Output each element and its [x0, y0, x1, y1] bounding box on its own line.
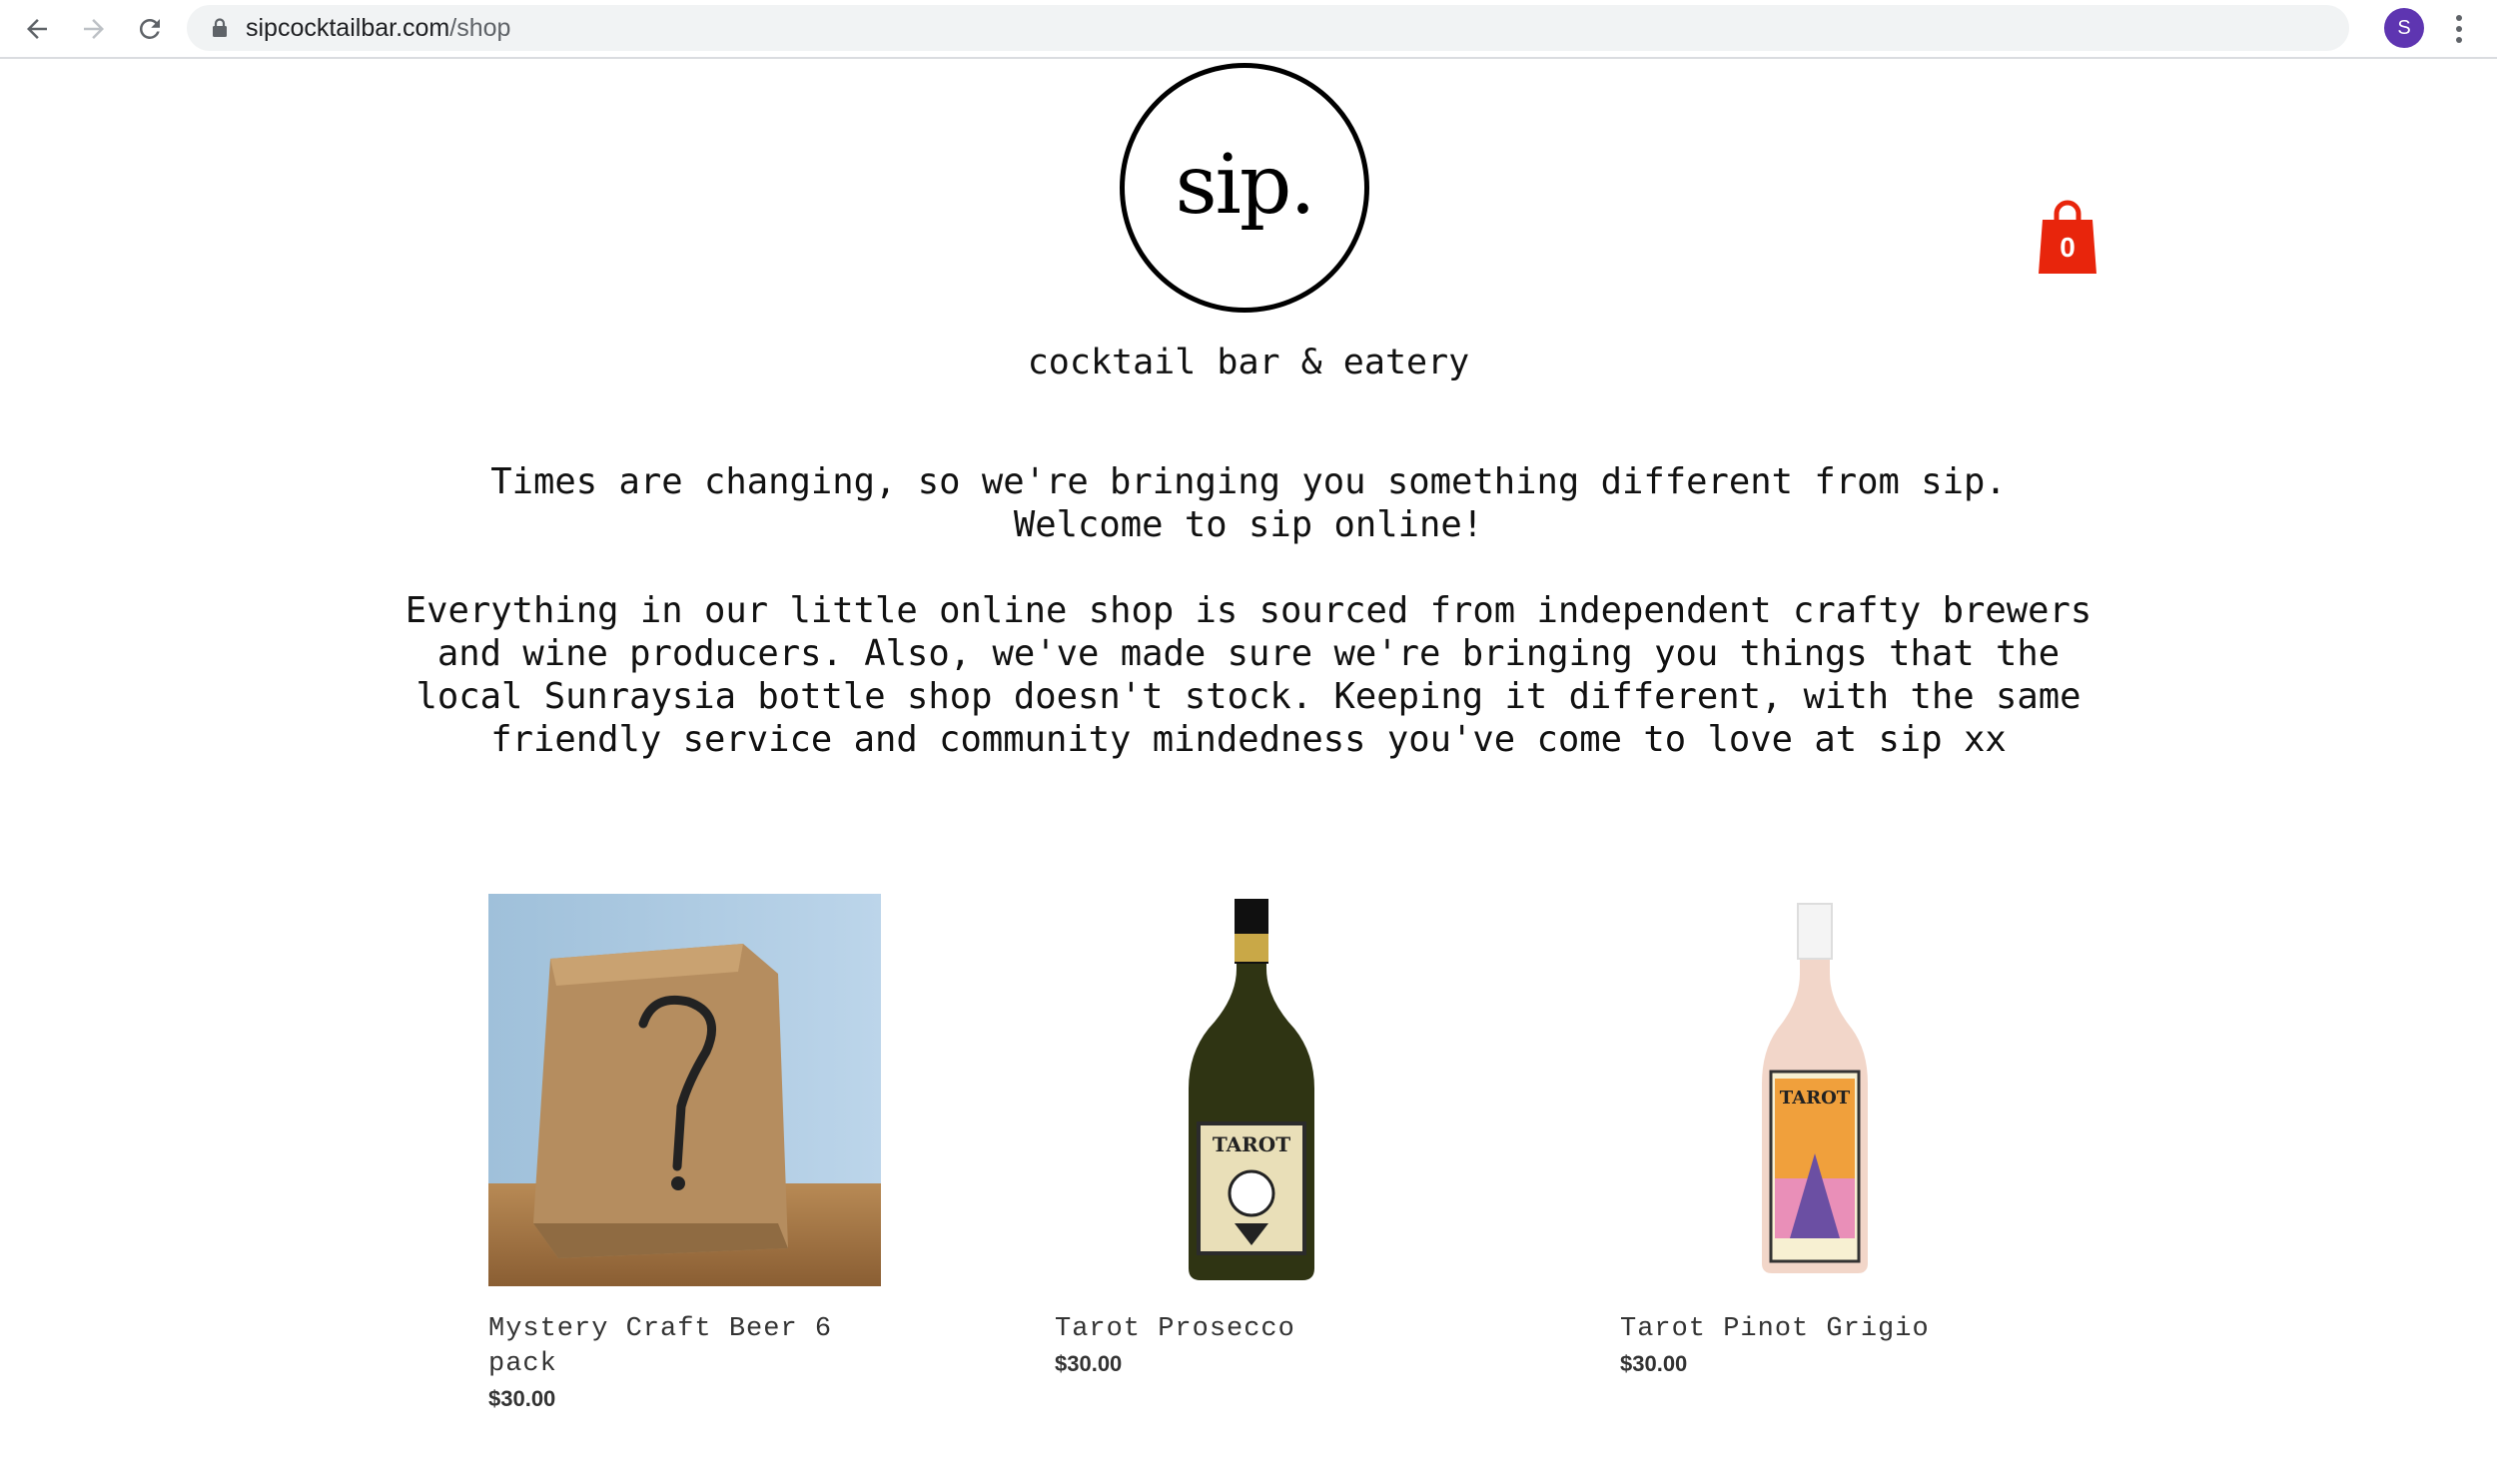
product-name[interactable]: Tarot Prosecco	[1055, 1312, 1474, 1347]
browser-toolbar: sipcocktailbar.com/shop S	[0, 0, 2497, 59]
product-name[interactable]: Tarot Pinot Grigio	[1620, 1312, 2040, 1347]
product-image-tarot-prosecco[interactable]: TAROT	[1055, 894, 1447, 1286]
url-path: /shop	[449, 14, 511, 42]
bottle-label-text: TAROT	[1213, 1132, 1290, 1156]
product-name[interactable]: Mystery Craft Beer 6 pack	[488, 1312, 908, 1382]
tagline: cocktail bar & eatery	[1027, 343, 1470, 382]
forward-button[interactable]	[75, 10, 113, 48]
bottle-label-text: TAROT	[1780, 1088, 1851, 1109]
product-price: $30.00	[1055, 1351, 1123, 1376]
address-bar[interactable]: sipcocktailbar.com/shop	[187, 5, 2349, 51]
intro-line-2: Welcome to sip online!	[1013, 504, 1484, 545]
intro-para-line: friendly service and community mindednes…	[490, 719, 2007, 760]
product-image-tarot-pinot-grigio[interactable]: TAROT	[1620, 894, 2013, 1286]
product-card[interactable]: TAROT Tarot Prosecco $30.00	[1055, 894, 1474, 1377]
logo-text: sip.	[1175, 137, 1316, 233]
product-card[interactable]: TAROT Tarot Pinot Grigio $30.00	[1620, 894, 2040, 1377]
reload-button[interactable]	[131, 10, 169, 48]
intro-text: Times are changing, so we're bringing yo…	[0, 460, 2497, 761]
cart-count: 0	[2060, 232, 2076, 263]
lock-icon	[213, 18, 227, 37]
url-text: sipcocktailbar.com/shop	[246, 5, 510, 51]
intro-line-1: Times are changing, so we're bringing yo…	[490, 461, 2007, 502]
reload-icon	[139, 18, 160, 39]
intro-para-line: Everything in our little online shop is …	[405, 590, 2092, 631]
product-price: $30.00	[488, 1386, 556, 1411]
intro-para-line: local Sunraysia bottle shop doesn't stoc…	[416, 676, 2081, 717]
forward-icon	[84, 19, 104, 39]
url-domain: sipcocktailbar.com	[246, 14, 450, 42]
product-image-mystery-beer[interactable]	[488, 894, 881, 1286]
product-card[interactable]: Mystery Craft Beer 6 pack $30.00	[488, 894, 908, 1412]
back-icon	[27, 19, 47, 39]
back-button[interactable]	[18, 10, 56, 48]
site-logo[interactable]: sip.	[1120, 63, 1369, 313]
cart-button[interactable]: 0	[2038, 196, 2097, 276]
profile-avatar[interactable]: S	[2384, 8, 2424, 48]
product-price: $30.00	[1620, 1351, 1688, 1376]
intro-para-line: and wine producers. Also, we've made sur…	[436, 633, 2061, 674]
kebab-menu-icon[interactable]	[2449, 12, 2469, 46]
